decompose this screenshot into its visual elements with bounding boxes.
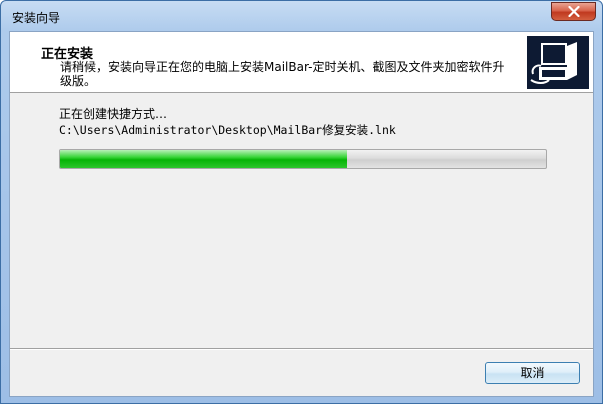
- wizard-content: 正在安装 请稍候，安装向导正在您的电脑上安装MailBar-定时关机、截图及文件…: [9, 31, 594, 397]
- progress-fill: [60, 150, 347, 168]
- close-button[interactable]: [551, 2, 596, 21]
- status-text: 正在创建快捷方式…: [59, 107, 168, 121]
- current-file-path: C:\Users\Administrator\Desktop\MailBar修复…: [59, 123, 396, 137]
- installer-computer-icon: [527, 36, 589, 89]
- window-title: 安装向导: [12, 11, 61, 25]
- wizard-header: 正在安装 请稍候，安装向导正在您的电脑上安装MailBar-定时关机、截图及文件…: [10, 32, 593, 93]
- page-description: 请稍候，安装向导正在您的电脑上安装MailBar-定时关机、截图及文件夹加密软件…: [60, 60, 505, 88]
- installer-window: 安装向导 正在安装 请稍候，安装向导正在您的电脑上安装MailBar-定时关机、…: [0, 0, 603, 404]
- title-bar[interactable]: 安装向导: [1, 1, 602, 31]
- footer-divider: [10, 348, 593, 350]
- cancel-button[interactable]: 取消: [485, 362, 580, 384]
- close-icon: [567, 6, 580, 17]
- install-progress-bar: [59, 149, 547, 169]
